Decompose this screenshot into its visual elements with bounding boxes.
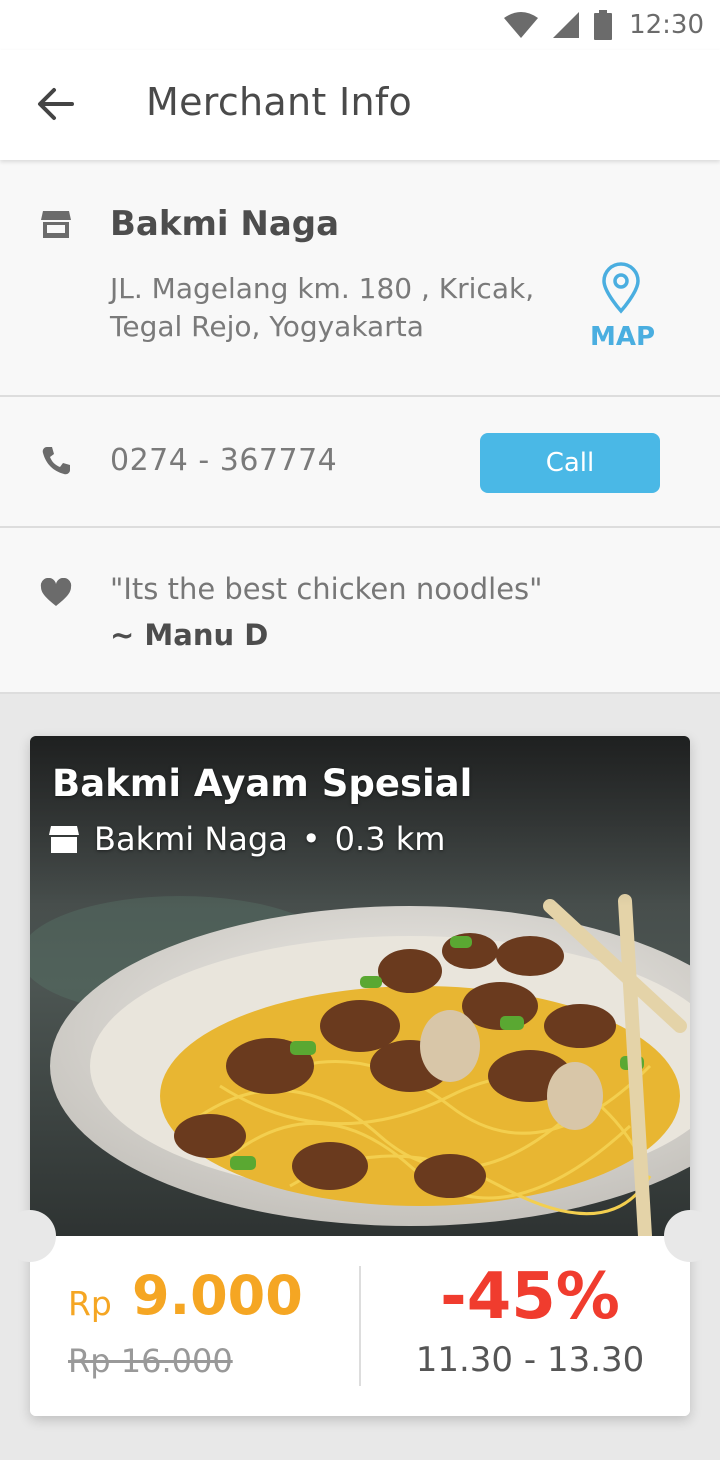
wifi-icon: [504, 12, 539, 38]
old-price: Rp 16.000: [68, 1342, 233, 1380]
merchant-name: Bakmi Naga: [110, 204, 340, 244]
map-button[interactable]: MAP: [590, 262, 656, 352]
merchant-address: JL. Magelang km. 180 , Kricak, Tegal Rej…: [110, 272, 535, 343]
deal-price-panel: Rp 9.000 Rp 16.000 -45% 11.30 - 13.30: [30, 1236, 690, 1416]
app-bar: Merchant Info: [0, 50, 720, 160]
map-label: MAP: [590, 322, 656, 352]
merchant-info: Bakmi Naga JL. Magelang km. 180 , Kricak…: [0, 160, 720, 694]
deal-title: Bakmi Ayam Spesial: [52, 762, 473, 805]
merchant-row: Bakmi Naga JL. Magelang km. 180 , Kricak…: [0, 160, 720, 397]
phone-icon: [42, 447, 70, 475]
battery-icon: [594, 10, 613, 40]
page-title: Merchant Info: [146, 80, 413, 124]
heart-icon: [40, 578, 72, 606]
deal-merchant: Bakmi Naga: [94, 820, 288, 858]
deal-card[interactable]: Bakmi Ayam Spesial Bakmi Naga • 0.3 km R…: [30, 736, 690, 1416]
ticket-notch-right: [664, 1210, 716, 1262]
store-icon: [49, 826, 79, 853]
back-button[interactable]: [36, 84, 76, 124]
arrow-left-icon: [38, 88, 74, 120]
deal-distance: 0.3 km: [334, 820, 446, 858]
call-button[interactable]: Call: [480, 433, 660, 493]
deal-hours: 11.30 - 13.30: [415, 1340, 645, 1380]
review-row: "Its the best chicken noodles" ~ Manu D: [0, 528, 720, 694]
ticket-notch-left: [4, 1210, 56, 1262]
status-bar: 12:30: [0, 0, 720, 50]
discount-badge: -45%: [440, 1260, 620, 1334]
review-author: ~ Manu D: [110, 618, 269, 652]
divider: [359, 1266, 361, 1386]
price-value: 9.000: [132, 1264, 303, 1327]
status-time: 12:30: [629, 10, 704, 40]
price-currency: Rp: [68, 1284, 112, 1323]
phone-number: 0274 - 367774: [110, 443, 338, 478]
map-pin-icon: [602, 262, 640, 314]
deal-separator: •: [301, 820, 321, 858]
signal-icon: [553, 12, 580, 38]
phone-row: 0274 - 367774 Call: [0, 397, 720, 528]
dish-photo: [30, 736, 690, 1236]
deal-subtitle: Bakmi Naga • 0.3 km: [48, 820, 445, 858]
store-icon: [41, 211, 71, 238]
review-quote: "Its the best chicken noodles": [110, 572, 543, 606]
